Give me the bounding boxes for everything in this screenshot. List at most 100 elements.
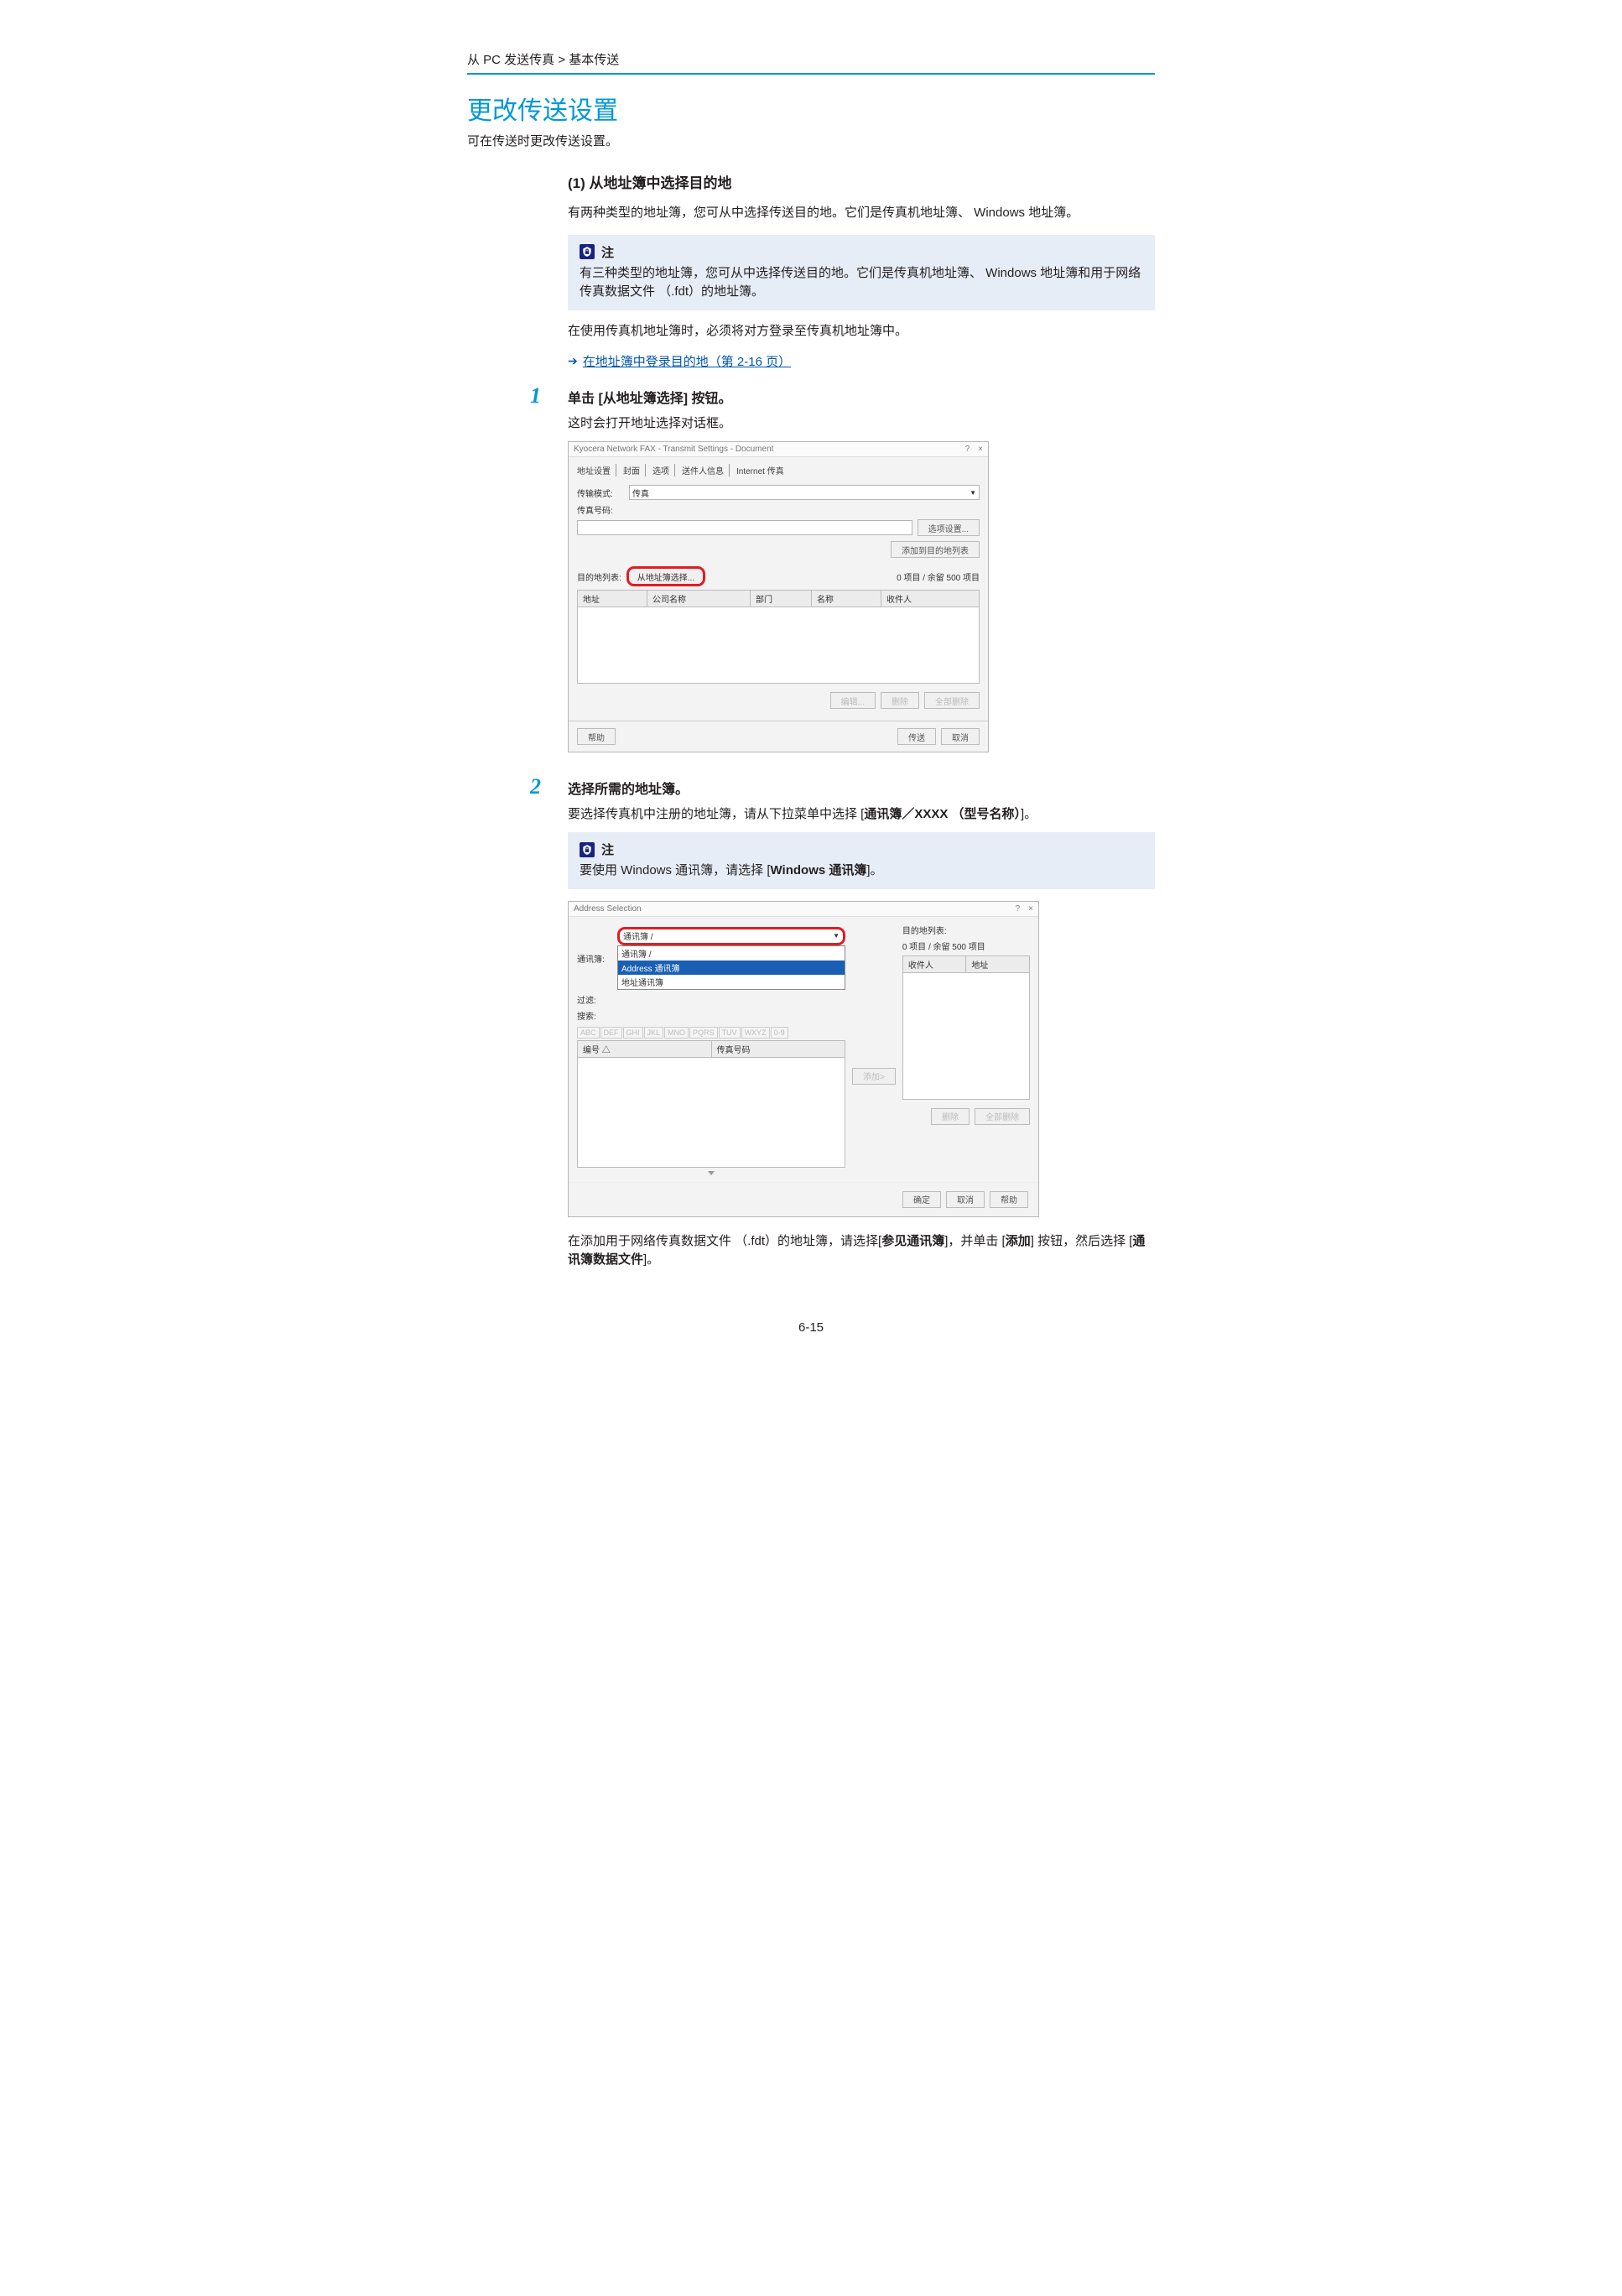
- trailing-b1: 参见通讯簿: [881, 1234, 944, 1248]
- ok-button[interactable]: 确定: [902, 1191, 941, 1208]
- arrow-right-icon: ➔: [568, 354, 578, 368]
- label-destination-list: 目的地列表:: [577, 570, 621, 583]
- label-search: 搜索:: [577, 1009, 612, 1022]
- trailing-b2: 添加: [1006, 1234, 1031, 1248]
- tab-address-settings[interactable]: 地址设置: [577, 464, 616, 476]
- letter-tab-jkl[interactable]: JKL: [644, 1027, 664, 1039]
- letter-tab-def[interactable]: DEF: [600, 1027, 622, 1039]
- letter-tab-mno[interactable]: MNO: [664, 1027, 689, 1039]
- chevron-down-icon: ▼: [833, 932, 840, 940]
- delete-button-2[interactable]: 删除: [931, 1108, 970, 1125]
- tab-cover[interactable]: 封面: [623, 464, 646, 476]
- letter-tab-pqrs[interactable]: PQRS: [689, 1027, 718, 1039]
- help-icon[interactable]: ?: [1016, 904, 1021, 914]
- addrbook-dropdown-list: 通讯簿 / Address 通讯簿 地址通讯簿: [617, 945, 845, 990]
- letter-tab-abc[interactable]: ABC: [577, 1027, 600, 1039]
- letter-tab-tuv[interactable]: TUV: [719, 1027, 741, 1039]
- label-destination-list-2: 目的地列表:: [902, 924, 1030, 936]
- note2-suffix: ]。: [866, 863, 882, 877]
- note-box-1: 注 有三种类型的地址簿，您可从中选择传送目的地。它们是传真机地址簿、 Windo…: [568, 235, 1155, 310]
- col-name: 名称: [812, 591, 881, 607]
- dialog1-tabs: 地址设置 封面 选项 送件人信息 Internet 传真: [577, 464, 980, 476]
- step-number-1: 1: [530, 383, 541, 409]
- tab-internet-fax[interactable]: Internet 传真: [736, 464, 789, 476]
- dialog2-left-table-body: [577, 1058, 845, 1168]
- col-dept: 部门: [751, 591, 812, 607]
- dialog1-title: Kyocera Network FAX - Transmit Settings …: [574, 445, 773, 454]
- close-icon[interactable]: ×: [1028, 904, 1033, 914]
- divider-top: [467, 73, 1155, 75]
- step2-body-prefix: 要选择传真机中注册的地址簿，请从下拉菜单中选择 [: [568, 807, 864, 821]
- scroll-down-icon[interactable]: [708, 1171, 715, 1175]
- breadcrumb: 从 PC 发送传真 > 基本传送: [467, 50, 1155, 68]
- select-from-address-book-button[interactable]: 从地址簿选择...: [626, 566, 705, 586]
- note-icon: [580, 244, 595, 259]
- step2-body-bold: 通讯簿／XXXX （型号名称）: [864, 807, 1021, 821]
- edit-button[interactable]: 编辑...: [830, 692, 876, 709]
- trailing-p1: 在添加用于网络传真数据文件 （.fdt）的地址簿，请选择[: [568, 1234, 881, 1248]
- cancel-button-2[interactable]: 取消: [946, 1191, 985, 1208]
- delete-all-button[interactable]: 全部删除: [924, 692, 980, 709]
- dialog2-right-table-header: 收件人 地址: [902, 955, 1030, 973]
- addrbook-select[interactable]: 通讯簿 / ▼: [617, 927, 845, 945]
- label-filter: 过滤:: [577, 993, 612, 1006]
- letter-tab-09[interactable]: 0-9: [771, 1027, 788, 1039]
- help-button[interactable]: 帮助: [577, 728, 616, 745]
- add-to-list-button[interactable]: 添加>: [852, 1068, 896, 1085]
- tab-options[interactable]: 选项: [652, 464, 675, 476]
- step1-title: 单击 [从地址簿选择] 按钮。: [568, 387, 1155, 407]
- link-register-address[interactable]: 在地址簿中登录目的地（第 2-16 页）: [583, 352, 791, 370]
- trailing-p4: ]。: [643, 1252, 659, 1267]
- note-body-1: 有三种类型的地址簿，您可从中选择传送目的地。它们是传真机地址簿、 Windows…: [580, 264, 1143, 302]
- dialog1-table-header: 地址 公司名称 部门 名称 收件人: [577, 590, 980, 607]
- col-company: 公司名称: [647, 591, 751, 607]
- close-icon[interactable]: ×: [978, 445, 983, 454]
- addrbook-option-0[interactable]: 通讯簿 /: [618, 946, 845, 961]
- address-selection-dialog: Address Selection ? × 通讯簿: 通讯簿 /: [568, 901, 1039, 1217]
- delete-button[interactable]: 删除: [881, 692, 919, 709]
- addrbook-select-value: 通讯簿 /: [623, 929, 653, 942]
- col-fax-number: 传真号码: [712, 1041, 845, 1057]
- note-label: 注: [601, 243, 614, 261]
- step2-body-suffix: ]。: [1021, 807, 1037, 821]
- step2-trailing-text: 在添加用于网络传真数据文件 （.fdt）的地址簿，请选择[参见通讯簿]，并单击 …: [568, 1232, 1155, 1270]
- col-address-2: 地址: [966, 956, 1029, 972]
- section1-intro: 有两种类型的地址簿，您可从中选择传送目的地。它们是传真机地址簿、 Windows…: [568, 204, 1155, 223]
- label-addrbook: 通讯簿:: [577, 952, 612, 965]
- dialog2-left-table-header: 编号 △ 传真号码: [577, 1040, 845, 1058]
- add-to-destination-list-button[interactable]: 添加到目的地列表: [891, 541, 980, 558]
- step-number-2: 2: [530, 774, 541, 799]
- dialog2-title: Address Selection: [574, 904, 642, 914]
- note-box-2: 注 要使用 Windows 通讯簿，请选择 [Windows 通讯簿]。: [568, 832, 1155, 889]
- col-recipient: 收件人: [881, 591, 979, 607]
- after-note-text: 在使用传真机地址簿时，必须将对方登录至传真机地址簿中。: [568, 322, 1155, 341]
- letter-filter-tabs: ABC DEF GHI JKL MNO PQRS TUV WXYZ 0-9: [577, 1027, 845, 1039]
- addrbook-option-1[interactable]: Address 通讯簿: [618, 961, 845, 975]
- addrbook-option-2[interactable]: 地址通讯簿: [618, 975, 845, 989]
- col-number: 编号 △: [578, 1041, 712, 1057]
- help-icon[interactable]: ?: [965, 445, 970, 454]
- delete-all-button-2[interactable]: 全部删除: [975, 1108, 1030, 1125]
- fax-number-input[interactable]: [577, 520, 912, 535]
- letter-tab-ghi[interactable]: GHI: [623, 1027, 643, 1039]
- tab-sender-info[interactable]: 送件人信息: [682, 464, 730, 476]
- col-recipient-2: 收件人: [903, 956, 967, 972]
- transmit-mode-select[interactable]: 传真 ▼: [629, 485, 980, 500]
- letter-tab-wxyz[interactable]: WXYZ: [741, 1027, 770, 1039]
- page-number: 6-15: [467, 1320, 1155, 1335]
- trailing-p2: ]，并单击 [: [944, 1234, 1006, 1248]
- destination-count-2: 0 项目 / 余留 500 项目: [902, 940, 1030, 952]
- note-icon: [580, 842, 595, 857]
- transmit-mode-value: 传真: [632, 487, 649, 499]
- cancel-button[interactable]: 取消: [941, 728, 980, 745]
- label-fax-number: 传真号码:: [577, 503, 624, 516]
- step2-title: 选择所需的地址簿。: [568, 778, 1155, 798]
- options-settings-button[interactable]: 选项设置...: [918, 519, 980, 536]
- col-address: 地址: [578, 591, 647, 607]
- note2-prefix: 要使用 Windows 通讯簿，请选择 [: [580, 863, 771, 877]
- send-button[interactable]: 传送: [897, 728, 936, 745]
- label-transmit-mode: 传输模式:: [577, 487, 624, 499]
- destination-count: 0 项目 / 余留 500 项目: [897, 570, 980, 583]
- help-button-2[interactable]: 帮助: [990, 1191, 1028, 1208]
- trailing-p3: ] 按钮，然后选择 [: [1031, 1234, 1133, 1248]
